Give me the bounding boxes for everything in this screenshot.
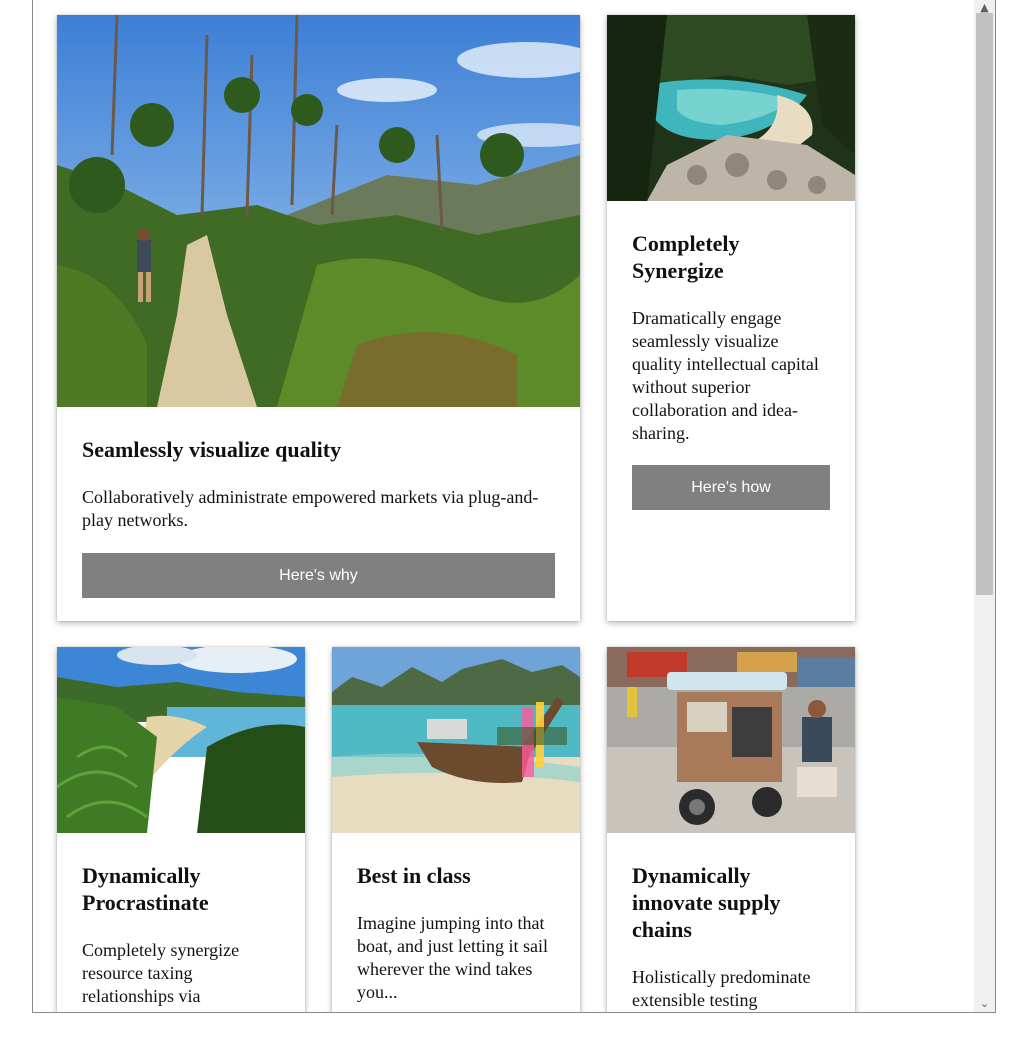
card-title: Dynamically Procrastinate [82,863,209,915]
longtail-boat-image [332,647,580,833]
forest-trail-image [57,15,580,407]
heres-how-button[interactable]: Here's how [632,465,830,510]
card-body: Dynamically Procrastinate Completely syn… [57,862,305,1008]
card-title: Best in class [357,863,471,888]
vertical-scrollbar[interactable]: ▲ ⌄ [974,0,995,1012]
turquoise-cove-image [607,15,855,201]
card-completely-synergize: Completely Synergize Dramatically engage… [607,15,855,621]
beach-with-ferns-image [57,647,305,833]
card-body: Completely Synergize Dramatically engage… [607,230,855,510]
card-text: Completely synergize resource taxing rel… [82,940,240,1006]
card-body: Dynamically innovate supply chains Holis… [607,862,855,1012]
card-title: Dynamically innovate supply chains [632,863,781,942]
card-text: Imagine jumping into that boat, and just… [357,913,548,1002]
page-viewport: Seamlessly visualize quality Collaborati… [33,0,975,1012]
card-text: Holistically predominate extensible test… [632,967,811,1010]
card-body: Best in class Imagine jumping into that … [332,862,580,1004]
card-body: Seamlessly visualize quality Collaborati… [57,436,580,598]
card-seamlessly-visualize: Seamlessly visualize quality Collaborati… [57,15,580,621]
card-text: Dramatically engage seamlessly visualize… [632,308,819,443]
card-title: Completely Synergize [632,231,740,283]
card-dynamically-innovate: Dynamically innovate supply chains Holis… [607,647,855,1012]
scrollbar-thumb[interactable] [976,13,993,595]
browser-window: Seamlessly visualize quality Collaborati… [32,0,996,1013]
heres-why-button[interactable]: Here's why [82,553,555,598]
card-text: Collaboratively administrate empowered m… [82,487,539,530]
card-best-in-class: Best in class Imagine jumping into that … [332,647,580,1012]
chevron-down-icon[interactable]: ⌄ [974,995,995,1012]
card-title: Seamlessly visualize quality [82,437,342,462]
card-dynamically-procrastinate: Dynamically Procrastinate Completely syn… [57,647,305,1012]
street-tuk-tuk-image [607,647,855,833]
